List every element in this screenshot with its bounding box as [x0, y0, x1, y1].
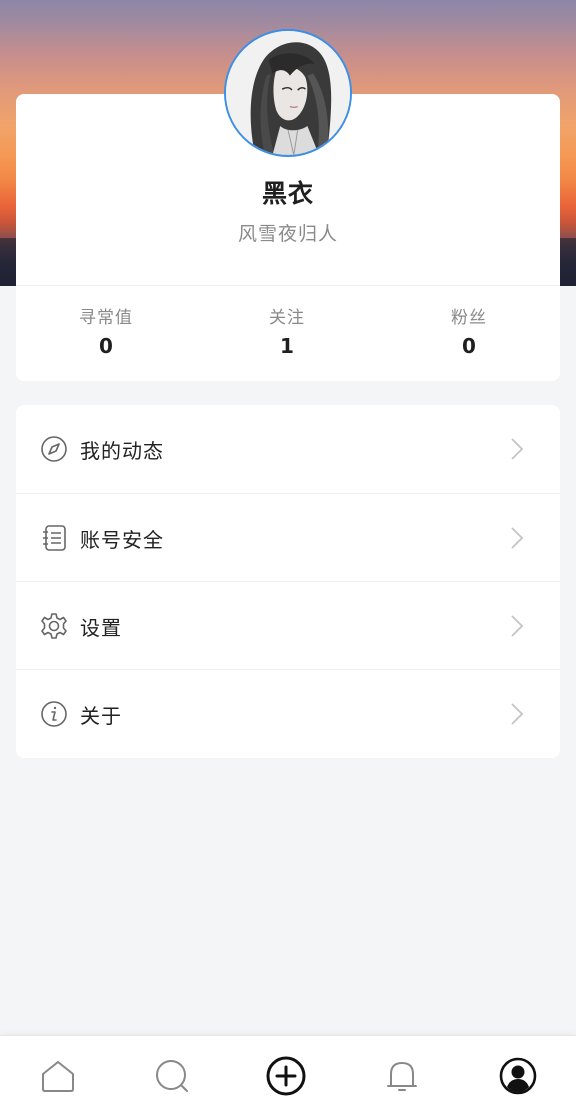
nav-profile[interactable] — [498, 1056, 538, 1096]
menu-item-settings[interactable]: 设置 — [16, 582, 560, 670]
stat-value: 1 — [280, 334, 294, 358]
bell-icon — [387, 1062, 417, 1091]
chevron-right-icon — [506, 700, 526, 728]
home-icon — [42, 1061, 74, 1092]
stat-label: 粉丝 — [451, 308, 487, 328]
profile-page: 黑衣 风雪夜归人 寻常值 0 关注 1 粉丝 0 我的动态 账号安全 设置 关于 — [0, 0, 576, 1116]
menu-item-account-security[interactable]: 账号安全 — [16, 494, 560, 582]
menu-item-label: 账号安全 — [80, 527, 164, 552]
stat-label: 寻常值 — [79, 308, 133, 328]
profile-name: 黑衣 — [261, 179, 314, 208]
stat-label: 关注 — [269, 308, 305, 328]
nav-create[interactable] — [266, 1056, 306, 1096]
menu-item-label: 我的动态 — [80, 438, 164, 463]
nav-search[interactable] — [152, 1056, 192, 1096]
menu-item-my-activity[interactable]: 我的动态 — [16, 405, 560, 493]
id-card-icon — [40, 524, 68, 552]
profile-divider — [16, 285, 560, 286]
menu-card: 我的动态 账号安全 设置 关于 — [16, 405, 560, 758]
stat-points[interactable]: 寻常值 0 — [36, 300, 176, 356]
stats-row: 寻常值 0 关注 1 粉丝 0 — [16, 300, 560, 370]
info-icon — [40, 700, 68, 728]
stat-following[interactable]: 关注 1 — [217, 300, 357, 356]
avatar-portrait-icon — [226, 31, 350, 155]
compass-icon — [40, 435, 68, 463]
chevron-right-icon — [506, 524, 526, 552]
nav-home[interactable] — [38, 1056, 78, 1096]
nav-notifications[interactable] — [382, 1056, 422, 1096]
bottom-nav — [0, 1035, 576, 1116]
gear-icon — [40, 612, 68, 640]
profile-icon — [499, 1057, 537, 1095]
add-circle-icon — [266, 1056, 306, 1096]
stat-value: 0 — [99, 334, 113, 358]
profile-bio: 风雪夜归人 — [237, 223, 338, 245]
chevron-right-icon — [506, 435, 526, 463]
menu-item-label: 关于 — [80, 703, 122, 728]
search-icon — [156, 1060, 188, 1092]
chevron-right-icon — [506, 612, 526, 640]
stat-value: 0 — [462, 334, 476, 358]
stat-followers[interactable]: 粉丝 0 — [399, 300, 539, 356]
menu-item-label: 设置 — [80, 615, 122, 640]
avatar[interactable] — [224, 29, 352, 157]
menu-item-about[interactable]: 关于 — [16, 670, 560, 758]
